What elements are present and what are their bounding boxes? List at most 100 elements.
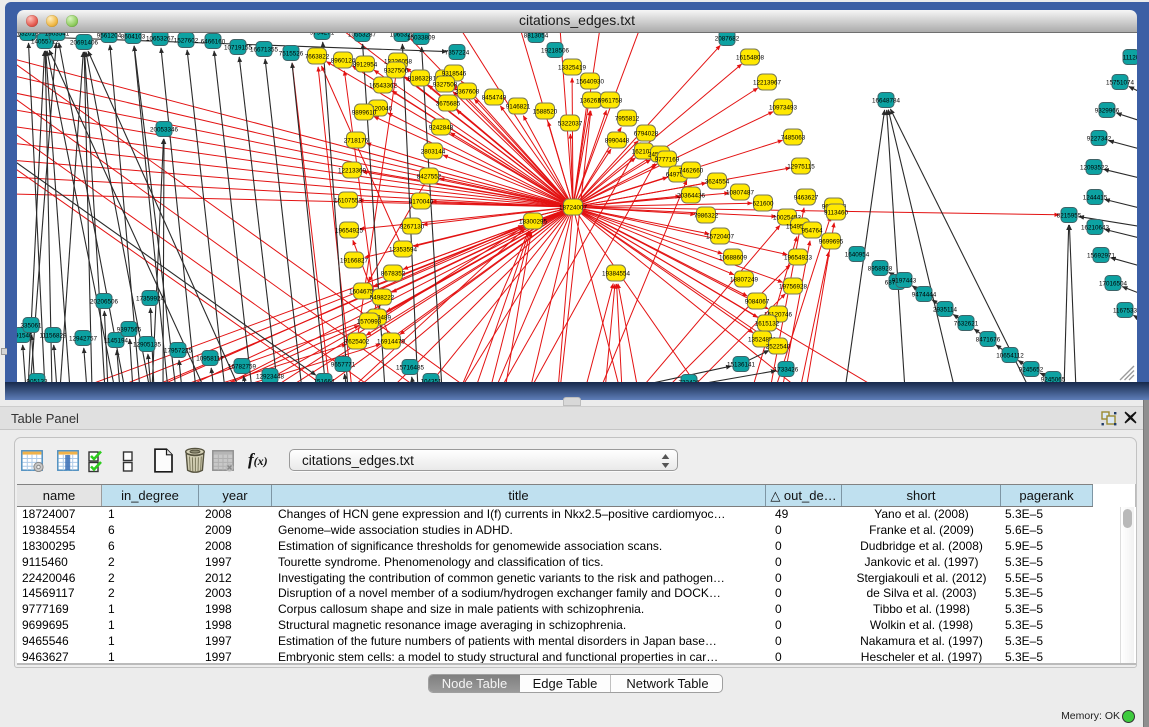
svg-text:10653267: 10653267 bbox=[146, 35, 175, 42]
svg-text:10973493: 10973493 bbox=[769, 104, 798, 111]
svg-text:19218506: 19218506 bbox=[541, 47, 570, 54]
svg-text:20206506: 20206506 bbox=[90, 298, 119, 305]
svg-text:621600: 621600 bbox=[752, 200, 774, 207]
svg-text:5322037: 5322037 bbox=[558, 120, 583, 127]
svg-text:7462660: 7462660 bbox=[679, 167, 704, 174]
svg-text:7357224: 7357224 bbox=[445, 49, 470, 56]
svg-text:7632621: 7632621 bbox=[954, 320, 979, 327]
svg-text:15751074: 15751074 bbox=[1106, 79, 1135, 86]
svg-text:954764: 954764 bbox=[801, 227, 823, 234]
svg-text:4170040: 4170040 bbox=[409, 198, 434, 205]
svg-text:16671355: 16671355 bbox=[250, 46, 279, 53]
svg-text:9227342: 9227342 bbox=[1087, 135, 1112, 142]
svg-text:9242848: 9242848 bbox=[429, 124, 454, 131]
svg-text:3624554: 3624554 bbox=[705, 178, 730, 185]
svg-text:19654925: 19654925 bbox=[335, 227, 364, 234]
svg-text:16154808: 16154808 bbox=[736, 54, 765, 61]
svg-text:8990448: 8990448 bbox=[605, 137, 630, 144]
svg-text:8454749: 8454749 bbox=[482, 94, 507, 101]
svg-text:8604103: 8604103 bbox=[121, 33, 146, 40]
svg-text:9197443: 9197443 bbox=[892, 277, 917, 284]
svg-text:8471676: 8471676 bbox=[976, 336, 1001, 343]
svg-text:12942757: 12942757 bbox=[69, 335, 98, 342]
svg-text:9561204: 9561204 bbox=[97, 33, 122, 39]
svg-text:9245652: 9245652 bbox=[1019, 366, 1044, 373]
svg-text:2718176: 2718176 bbox=[344, 137, 369, 144]
svg-text:9397565: 9397565 bbox=[117, 326, 142, 333]
svg-text:16648784: 16648784 bbox=[872, 97, 901, 104]
svg-text:9084067: 9084067 bbox=[745, 298, 770, 305]
svg-text:19756928: 19756928 bbox=[779, 283, 808, 290]
svg-text:8912954: 8912954 bbox=[353, 61, 378, 68]
svg-text:9777169: 9777169 bbox=[655, 156, 680, 163]
svg-text:2087682: 2087682 bbox=[715, 35, 740, 42]
svg-text:17957225: 17957225 bbox=[164, 347, 193, 354]
svg-text:10654112: 10654112 bbox=[996, 352, 1024, 359]
svg-text:6466160: 6466160 bbox=[201, 38, 226, 45]
svg-text:15640930: 15640930 bbox=[576, 78, 605, 85]
svg-text:19166827: 19166827 bbox=[340, 257, 369, 264]
svg-text:19654923: 19654923 bbox=[784, 254, 813, 261]
svg-text:17359924: 17359924 bbox=[136, 295, 165, 302]
svg-text:16543362: 16543362 bbox=[369, 82, 398, 89]
svg-text:1527602: 1527602 bbox=[174, 37, 199, 44]
svg-text:10807487: 10807487 bbox=[726, 189, 755, 196]
svg-text:12353594: 12353594 bbox=[389, 246, 418, 253]
svg-text:9327508: 9327508 bbox=[433, 81, 458, 88]
svg-text:12975115: 12975115 bbox=[787, 163, 815, 170]
svg-text:12923448: 12923448 bbox=[256, 373, 285, 380]
svg-text:12213967: 12213967 bbox=[753, 79, 782, 86]
svg-text:20364436: 20364436 bbox=[677, 192, 706, 199]
svg-text:15716485: 15716485 bbox=[396, 364, 425, 371]
svg-text:18724007: 18724007 bbox=[559, 204, 588, 211]
svg-text:9657771: 9657771 bbox=[331, 361, 356, 368]
svg-text:7625402: 7625402 bbox=[345, 338, 370, 345]
svg-text:10958117: 10958117 bbox=[196, 355, 224, 362]
svg-text:9794271: 9794271 bbox=[310, 33, 335, 36]
svg-text:8813054: 8813054 bbox=[524, 33, 549, 39]
svg-text:7485063: 7485063 bbox=[781, 134, 806, 141]
svg-text:15692971: 15692971 bbox=[1087, 252, 1116, 259]
svg-text:16782759: 16782759 bbox=[228, 363, 257, 370]
svg-text:7515526: 7515526 bbox=[279, 50, 304, 57]
svg-text:2803144: 2803144 bbox=[421, 148, 446, 155]
svg-text:1733426: 1733426 bbox=[774, 366, 799, 373]
svg-text:2522540: 2522540 bbox=[766, 343, 791, 350]
svg-text:5498222: 5498222 bbox=[370, 294, 395, 301]
svg-text:3675685: 3675685 bbox=[436, 100, 461, 107]
svg-text:1167533: 1167533 bbox=[1113, 307, 1137, 314]
svg-text:7986322: 7986322 bbox=[694, 212, 719, 219]
svg-text:9327506: 9327506 bbox=[384, 67, 409, 74]
svg-text:9474444: 9474444 bbox=[912, 291, 937, 298]
svg-text:2367608: 2367608 bbox=[455, 88, 480, 95]
svg-text:18807249: 18807249 bbox=[730, 276, 759, 283]
svg-text:16210643: 16210643 bbox=[1081, 224, 1110, 231]
svg-text:16107553: 16107553 bbox=[334, 197, 363, 204]
svg-text:6961758: 6961758 bbox=[598, 97, 623, 104]
svg-text:151664: 151664 bbox=[313, 378, 335, 382]
svg-text:10553287: 10553287 bbox=[348, 33, 377, 38]
svg-text:15720407: 15720407 bbox=[706, 233, 735, 240]
svg-text:1615132: 1615132 bbox=[755, 320, 780, 327]
svg-text:1244415: 1244415 bbox=[1083, 194, 1108, 201]
svg-text:18300295: 18300295 bbox=[519, 218, 548, 225]
svg-text:8958928: 8958928 bbox=[868, 265, 893, 272]
svg-text:9463627: 9463627 bbox=[794, 194, 819, 201]
svg-text:20691406: 20691406 bbox=[70, 39, 99, 46]
svg-text:335061: 335061 bbox=[20, 322, 42, 329]
svg-text:6794028: 6794028 bbox=[634, 130, 659, 137]
svg-text:8427552: 8427552 bbox=[417, 173, 442, 180]
svg-text:13325419: 13325419 bbox=[558, 64, 587, 71]
svg-text:8678352: 8678352 bbox=[381, 270, 406, 277]
svg-text:9146821: 9146821 bbox=[506, 103, 531, 110]
svg-text:12905135: 12905135 bbox=[133, 341, 162, 348]
svg-text:15136141: 15136141 bbox=[727, 361, 756, 368]
svg-text:1903541: 1903541 bbox=[45, 33, 70, 37]
svg-text:9329966: 9329966 bbox=[1095, 107, 1120, 114]
svg-text:11156829: 11156829 bbox=[39, 332, 67, 339]
svg-text:1640954: 1640954 bbox=[845, 251, 870, 258]
svg-text:3267130: 3267130 bbox=[400, 223, 425, 230]
svg-text:2935114: 2935114 bbox=[933, 306, 958, 313]
svg-text:1145194: 1145194 bbox=[104, 337, 129, 344]
svg-text:19384554: 19384554 bbox=[602, 270, 631, 277]
